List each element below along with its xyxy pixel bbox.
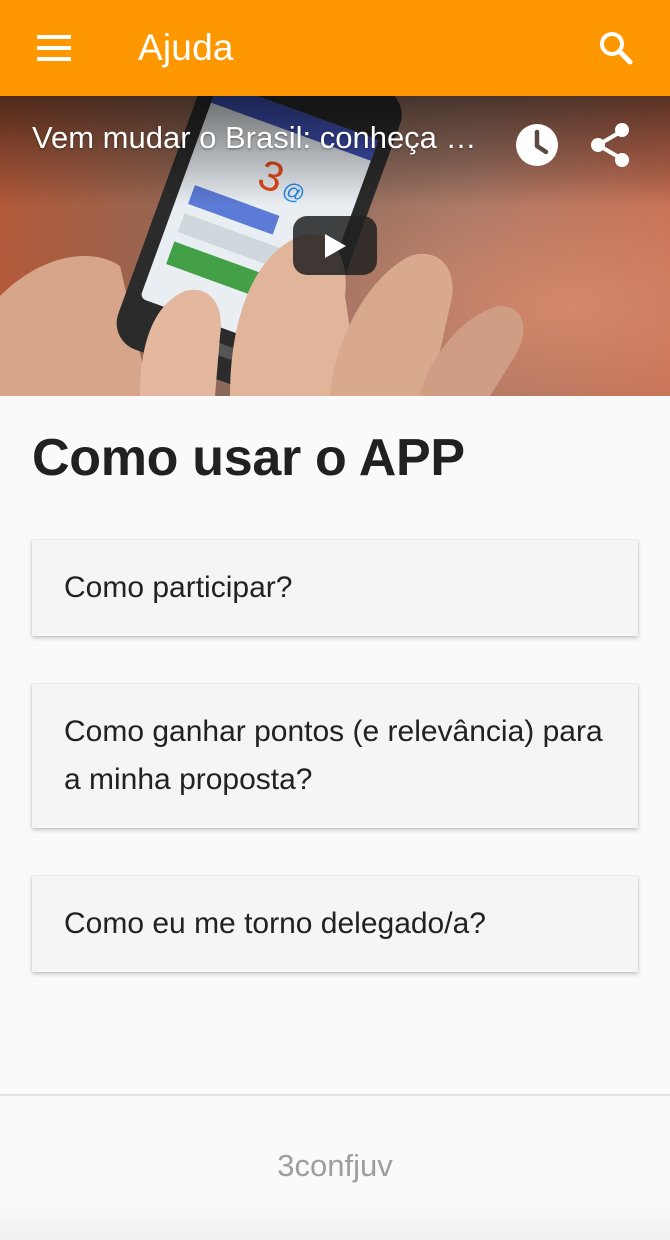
- share-icon: [591, 123, 629, 167]
- play-button[interactable]: [293, 216, 377, 275]
- footer-brand-link[interactable]: 3confjuv: [0, 1148, 670, 1184]
- faq-question: Como eu me torno delegado/a?: [64, 907, 486, 940]
- section-heading: Como usar o APP: [32, 429, 465, 487]
- faq-question: Como participar?: [64, 571, 293, 604]
- menu-icon: [37, 35, 71, 61]
- video-player[interactable]: 3 @ Vem mudar o Brasil: conheça o 3confj…: [0, 96, 670, 396]
- share-button[interactable]: [586, 120, 636, 170]
- footer: 3confjuv: [0, 1094, 670, 1240]
- watch-later-icon: [516, 124, 558, 166]
- faq-card-delegado[interactable]: Como eu me torno delegado/a?: [32, 876, 638, 972]
- page-title: Ajuda: [138, 27, 234, 68]
- search-icon: [600, 32, 633, 65]
- video-title[interactable]: Vem mudar o Brasil: conheça o 3confjuv: [32, 120, 482, 156]
- watch-later-button[interactable]: [514, 122, 560, 168]
- faq-card-pontos[interactable]: Como ganhar pontos (e relevância) para a…: [32, 684, 638, 828]
- menu-button[interactable]: [22, 16, 86, 80]
- faq-question: Como ganhar pontos (e relevância) para a…: [64, 715, 603, 796]
- play-icon: [325, 233, 346, 258]
- faq-card-participar[interactable]: Como participar?: [32, 540, 638, 636]
- app-bar: Ajuda: [0, 0, 670, 96]
- search-button[interactable]: [584, 16, 648, 80]
